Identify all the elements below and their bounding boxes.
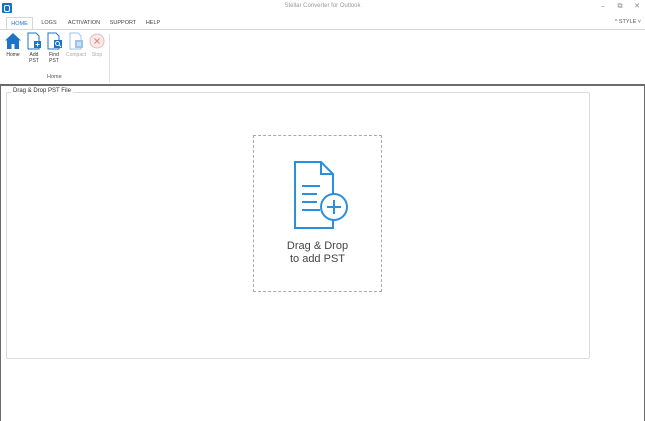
find-pst-label-2: PST (49, 58, 59, 64)
ribbon-group-label: Home (47, 74, 62, 80)
tab-home[interactable]: HOME (6, 17, 33, 29)
add-document-icon (294, 161, 348, 229)
find-pst-icon (47, 32, 62, 50)
window-title: Stellar Converter for Outlook (284, 3, 361, 9)
add-pst-label-2: PST (29, 58, 39, 64)
compact-button[interactable]: Compact (64, 32, 88, 58)
panel-title: Drag & Drop PST File (11, 88, 73, 94)
main-content: Drag & Drop PST File Drag & Drop to add … (0, 86, 645, 421)
add-pst-button[interactable]: Add PST (24, 32, 44, 64)
ribbon: Home Add PST Find PST Compact Stop Home (0, 29, 645, 84)
dropzone-line-2: to add PST (289, 253, 346, 265)
compact-label: Compact (65, 52, 86, 58)
style-menu[interactable]: ^ STYLE ˅ (615, 17, 641, 27)
title-bar: Stellar Converter for Outlook – ⧉ ✕ (0, 0, 645, 16)
add-pst-icon (27, 32, 41, 50)
stop-button[interactable]: Stop (87, 32, 107, 58)
maximize-button[interactable]: ⧉ (615, 2, 625, 12)
find-pst-button[interactable]: Find PST (44, 32, 64, 64)
dropzone-line-1: Drag & Drop (286, 240, 349, 252)
home-button[interactable]: Home (3, 32, 23, 58)
close-button[interactable]: ✕ (632, 2, 642, 12)
dropzone-text: Drag & Drop to add PST (254, 240, 381, 266)
stop-icon (89, 33, 105, 49)
compact-icon (69, 32, 83, 50)
tab-help[interactable]: HELP (143, 17, 163, 29)
stop-label: Stop (91, 52, 103, 58)
tab-logs[interactable]: LOGS (38, 17, 60, 29)
tab-support[interactable]: SUPPORT (108, 17, 138, 29)
ribbon-group-separator (109, 34, 110, 82)
home-button-label: Home (6, 52, 20, 58)
menu-tabs: HOME LOGS ACTIVATION SUPPORT HELP (0, 16, 645, 29)
tab-activation[interactable]: ACTIVATION (67, 17, 101, 29)
minimize-button[interactable]: – (598, 2, 608, 12)
left-border (0, 86, 1, 421)
house-icon (5, 33, 21, 49)
pst-dropzone[interactable]: Drag & Drop to add PST (253, 135, 382, 292)
